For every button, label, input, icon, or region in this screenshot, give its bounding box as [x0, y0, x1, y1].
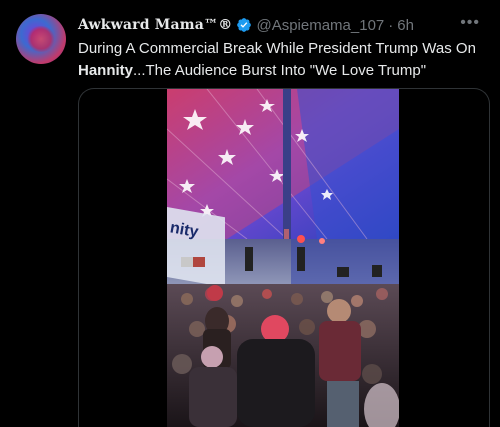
tweet-header: Awkward Mama™® @Aspiemama_107 · 6h ••• [78, 14, 480, 36]
separator-dot: · [388, 16, 394, 34]
verified-badge-icon [237, 18, 252, 32]
video-player[interactable]: nity [167, 89, 399, 427]
media-container[interactable]: nity [78, 88, 490, 427]
video-frame: nity [167, 89, 399, 427]
tweet-text-line1: During A Commercial Break While Presiden… [78, 40, 476, 57]
tweet-text: During A Commercial Break While Presiden… [78, 38, 483, 82]
handle[interactable]: @Aspiemama_107 [256, 17, 384, 34]
more-horizontal-icon[interactable]: ••• [460, 14, 480, 32]
avatar[interactable] [16, 14, 66, 64]
tweet-text-bold: Hannity [78, 62, 134, 79]
tweet-text-rest: ...The Audience Burst Into "We Love Trum… [133, 62, 427, 79]
timestamp[interactable]: 6h [397, 17, 414, 34]
display-name[interactable]: Awkward Mama™® [78, 17, 232, 33]
